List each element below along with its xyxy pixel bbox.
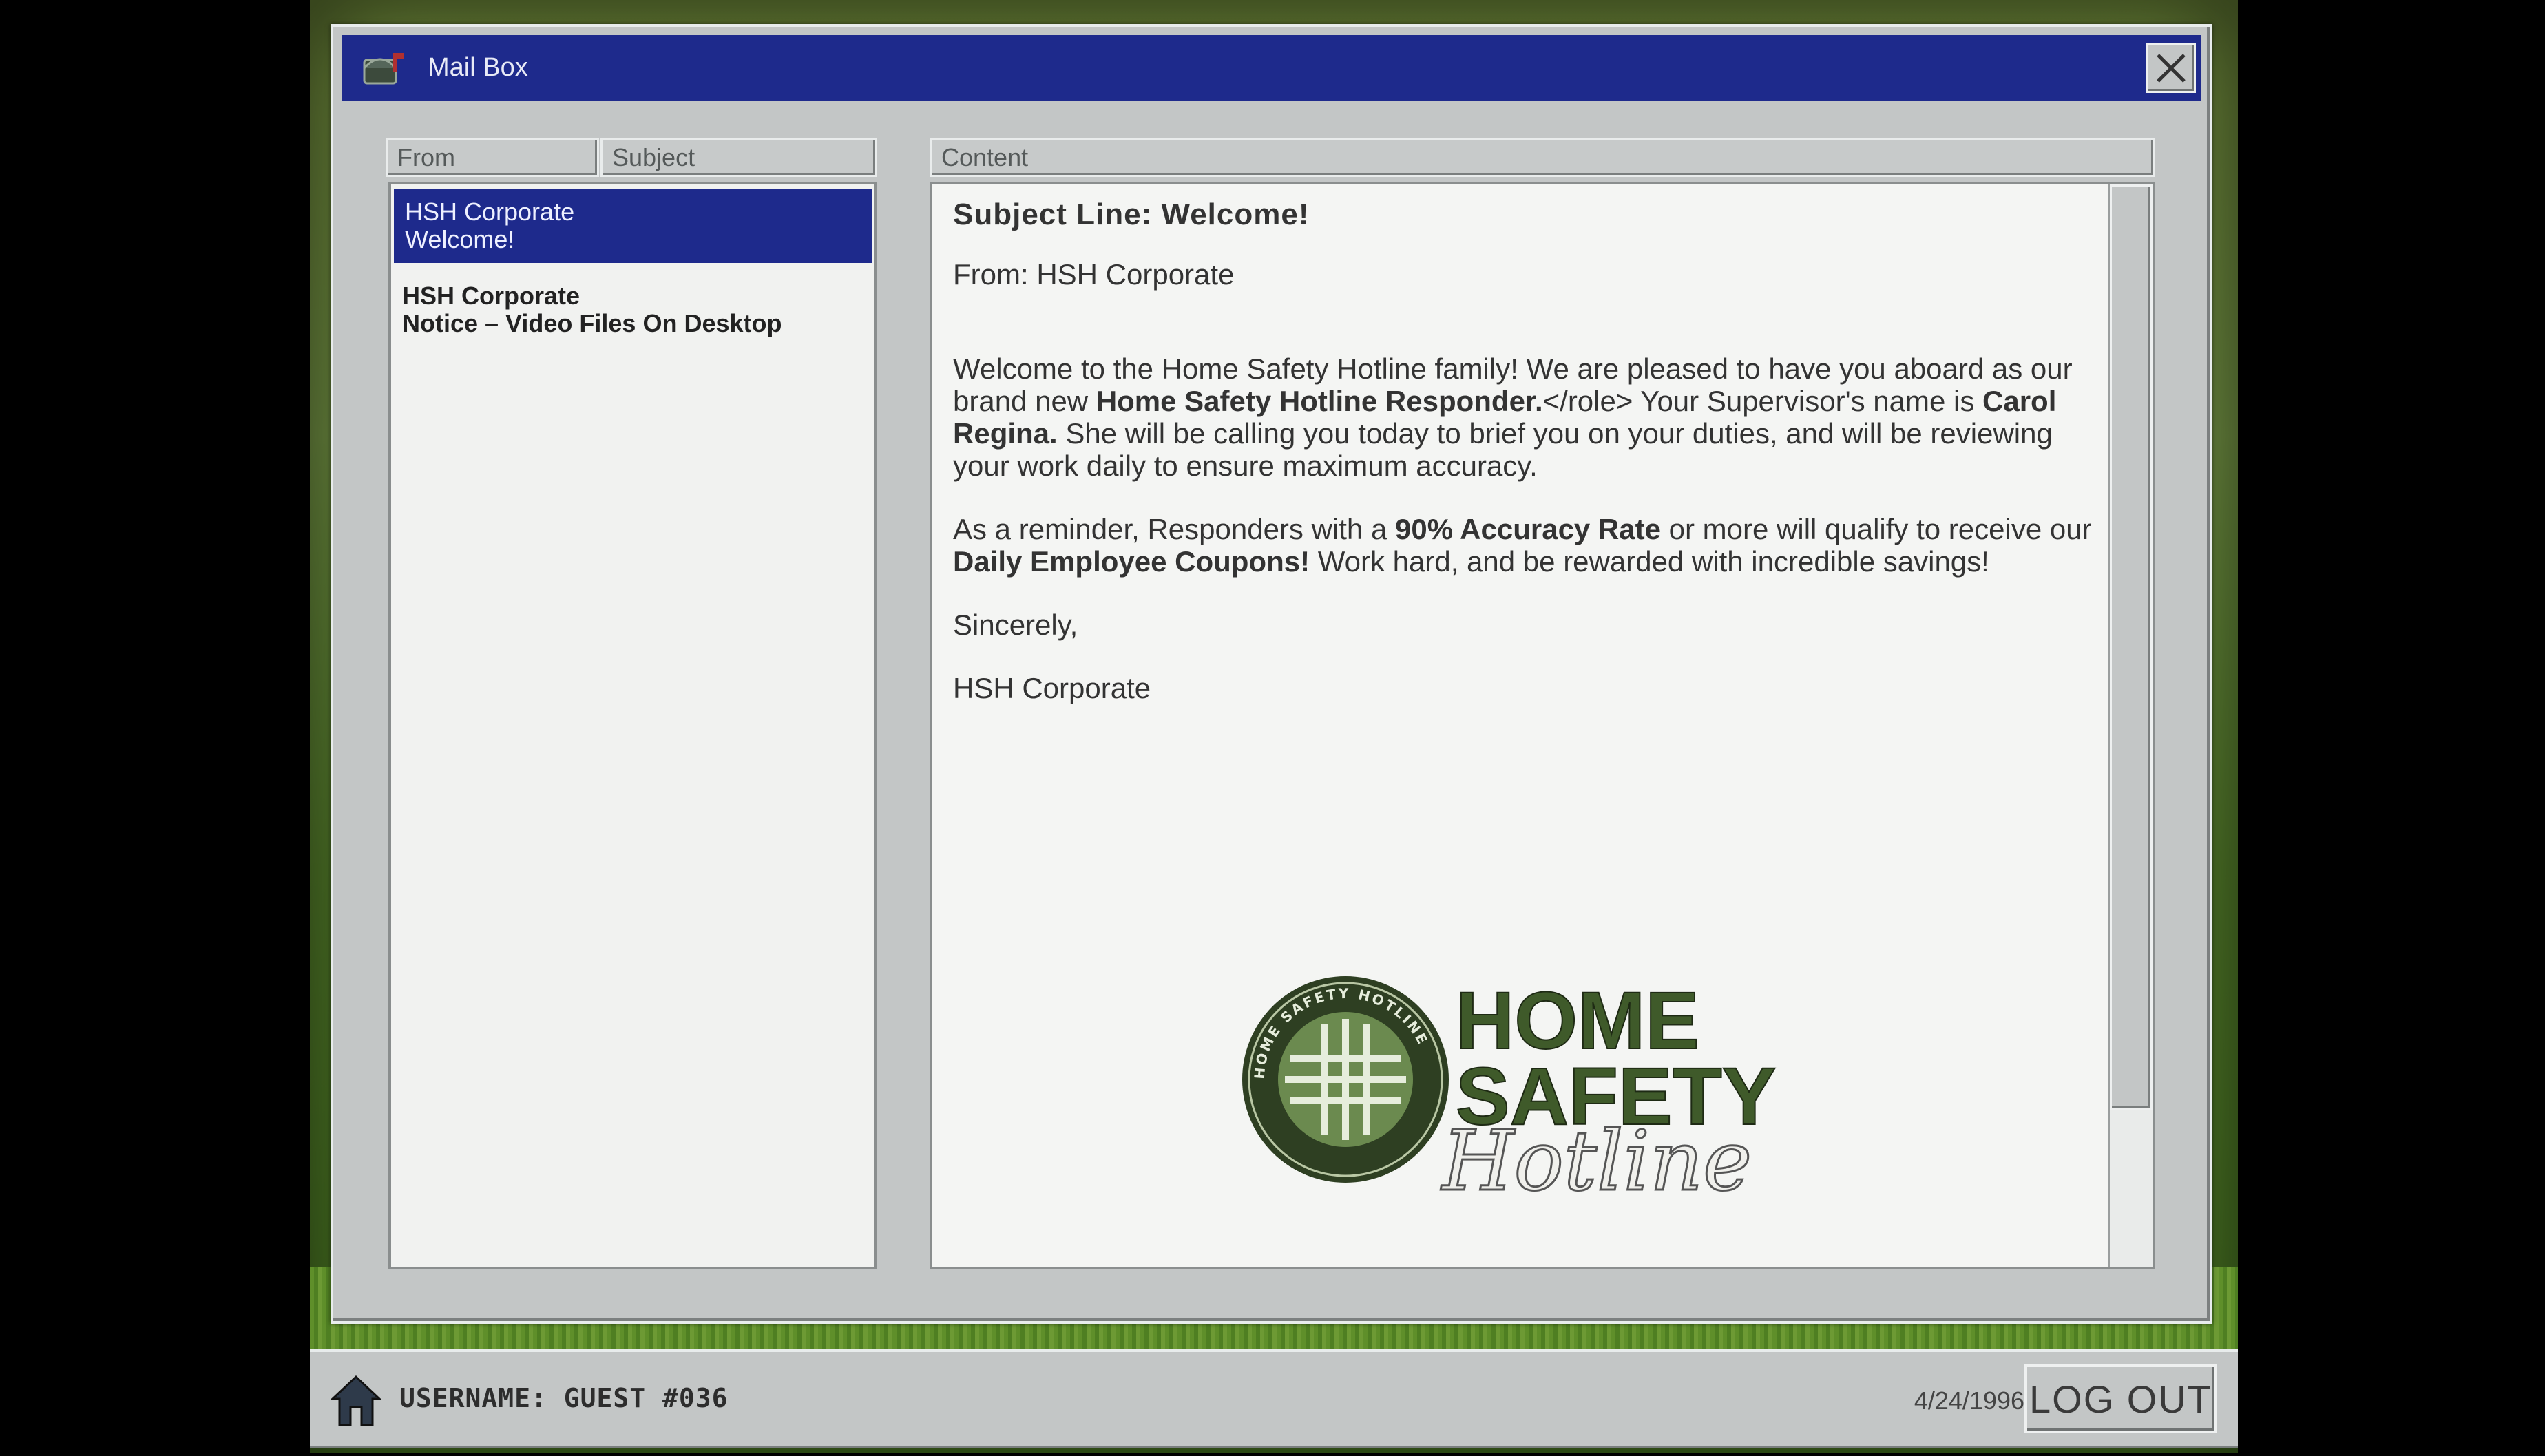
message-paragraph-1: Welcome to the Home Safety Hotline famil… — [953, 352, 2096, 482]
mailbox-icon — [359, 44, 407, 92]
scroll-thumb[interactable] — [2110, 184, 2153, 1110]
logo-text-hotline: Hotline — [1441, 1114, 1752, 1203]
username-label: USERNAME: GUEST #036 — [399, 1383, 729, 1413]
mail-item-from: HSH Corporate — [402, 282, 580, 310]
message-content: Subject Line: Welcome! From: HSH Corpora… — [930, 182, 2155, 1269]
text-span: or more will qualify to receive our — [1660, 513, 2092, 545]
taskbar: USERNAME: GUEST #036 4/24/1996 LOG OUT — [310, 1349, 2238, 1448]
mail-item-subject: Notice – Video Files On Desktop — [402, 309, 782, 337]
coupons-highlight: Daily Employee Coupons! — [953, 545, 1310, 578]
logout-button[interactable]: LOG OUT — [2024, 1364, 2217, 1433]
home-logo-icon[interactable] — [327, 1371, 386, 1430]
message-paragraph-2: As a reminder, Responders with a 90% Acc… — [953, 513, 2096, 578]
mail-list: HSH Corporate Welcome! HSH Corporate Not… — [388, 182, 877, 1269]
column-header-subject[interactable]: Subject — [600, 138, 877, 177]
mail-item-welcome[interactable]: HSH Corporate Welcome! — [394, 189, 872, 263]
date-label: 4/24/1996 — [1914, 1386, 2024, 1415]
mail-item-from: HSH Corporate — [405, 198, 575, 226]
text-span: </role> Your Supervisor's name is — [1542, 385, 1982, 417]
text-span: As a reminder, Responders with a — [953, 513, 1395, 545]
mail-item-notice[interactable]: HSH Corporate Notice – Video Files On De… — [391, 273, 874, 347]
text-span: Work hard, and be rewarded with incredib… — [1310, 545, 1989, 578]
closing: Sincerely, — [953, 609, 1078, 641]
home-safety-hotline-logo: HOME SAFETY HOTLINE HOME SAFETY Hotline — [1235, 956, 1841, 1211]
mailbox-window: Mail Box From Subject Content HSH Corpor… — [331, 24, 2212, 1324]
close-icon — [2157, 54, 2186, 83]
mail-item-subject: Welcome! — [405, 225, 515, 253]
from-line: From: HSH Corporate — [953, 258, 1235, 291]
window-title: Mail Box — [428, 53, 528, 82]
content-scrollbar[interactable] — [2108, 184, 2153, 1267]
title-bar[interactable]: Mail Box — [342, 35, 2201, 101]
signature: HSH Corporate — [953, 672, 1151, 704]
column-header-content: Content — [930, 138, 2155, 177]
column-header-from[interactable]: From — [386, 138, 599, 177]
role-highlight: Home Safety Hotline Responder. — [1096, 385, 1543, 417]
subject-line: Subject Line: Welcome! — [953, 198, 1310, 231]
close-button[interactable] — [2146, 43, 2196, 93]
text-span: She will be calling you today to brief y… — [953, 417, 2053, 482]
accuracy-highlight: 90% Accuracy Rate — [1394, 513, 1661, 545]
